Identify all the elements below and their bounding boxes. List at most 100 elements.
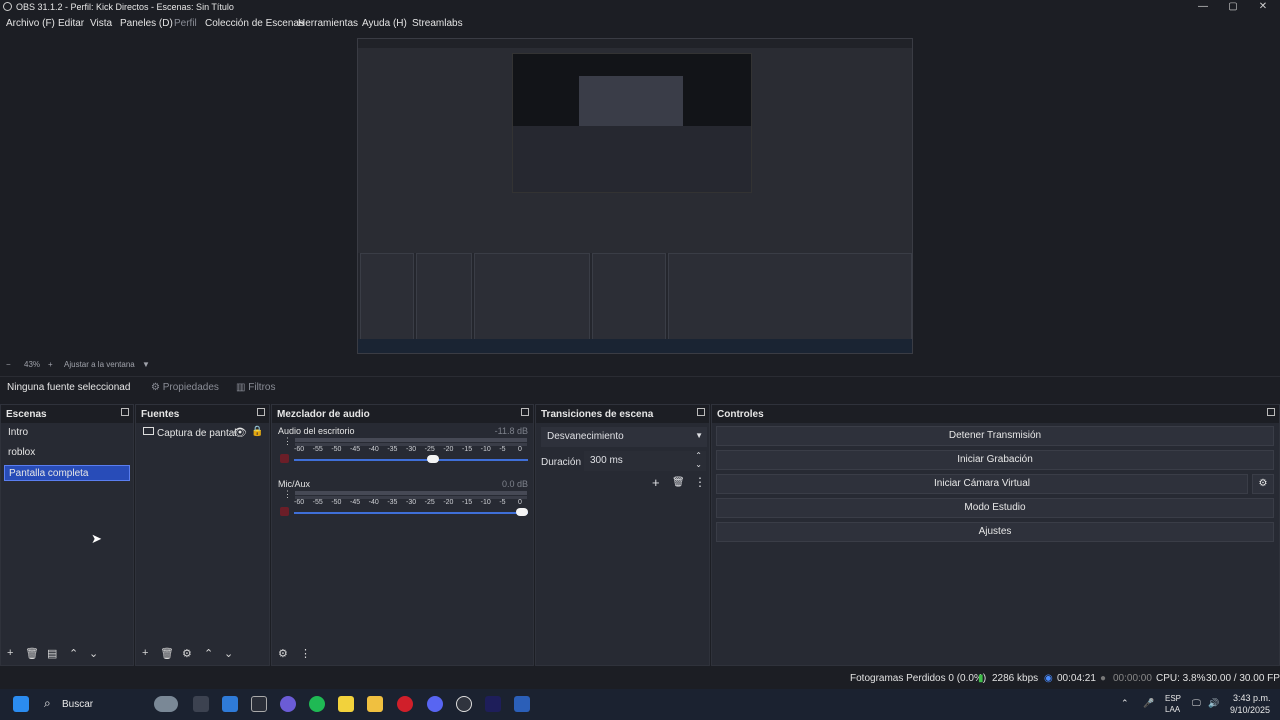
zoom-out-button[interactable]: − (6, 360, 11, 369)
remove-transition-trash-icon[interactable]: 🗑 (672, 477, 685, 488)
undock-icon[interactable] (1267, 408, 1275, 416)
level-meter (295, 438, 527, 442)
menu-paneles[interactable]: Paneles (D) (120, 18, 173, 29)
remove-source-trash-icon[interactable]: 🗑 (160, 647, 174, 660)
spin-down-icon[interactable]: ⌄ (695, 460, 702, 469)
remove-scene-trash-icon[interactable]: 🗑 (25, 647, 39, 660)
undock-icon[interactable] (257, 408, 265, 416)
meter-tick-label: -15 (462, 499, 473, 506)
volume-slider[interactable] (294, 459, 528, 461)
undock-icon[interactable] (121, 408, 129, 416)
transition-menu-dots-icon[interactable]: ⋮ (694, 475, 706, 489)
shield-icon[interactable] (222, 696, 238, 712)
clock-time[interactable]: 3:43 p.m. (1233, 693, 1271, 703)
mute-speaker-icon[interactable] (280, 507, 289, 516)
network-icon[interactable]: 🖵 (1192, 698, 1201, 709)
lang-2[interactable]: LAA (1165, 705, 1180, 714)
obs-icon[interactable] (456, 696, 472, 712)
stream-icon: ◉ (1044, 673, 1053, 684)
premiere-icon[interactable] (485, 696, 501, 712)
preview-canvas[interactable] (357, 38, 913, 354)
spotify-icon[interactable] (309, 696, 325, 712)
source-item[interactable]: Captura de pantal 👁 🔒 (141, 426, 265, 442)
studio-mode-button[interactable]: Modo Estudio (716, 498, 1274, 518)
zoom-in-button[interactable]: + (48, 360, 53, 369)
source-props-gear-icon[interactable]: ⚙ (182, 647, 192, 660)
dropped-frames: Fotogramas Perdidos 0 (0.0%) (850, 673, 987, 684)
maximize-button[interactable]: ▢ (1218, 0, 1248, 14)
meter-tick-label: -50 (331, 446, 342, 453)
menu-ayuda[interactable]: Ayuda (H) (362, 18, 407, 29)
channel-menu-dots-icon[interactable]: ⋮ (283, 436, 292, 447)
add-transition-plus-icon[interactable]: + (652, 475, 660, 490)
eye-icon[interactable]: 👁 (233, 426, 247, 439)
duration-input[interactable]: 300 ms ⌃ ⌄ (584, 451, 706, 471)
channel-menu-dots-icon[interactable]: ⋮ (283, 489, 292, 500)
settings-button[interactable]: Ajustes (716, 522, 1274, 542)
move-down-icon[interactable]: ⌄ (89, 647, 98, 660)
lang-1[interactable]: ESP (1165, 694, 1181, 703)
discord-icon[interactable] (427, 696, 443, 712)
task-view-icon[interactable] (193, 696, 209, 712)
add-scene-plus-icon[interactable]: + (7, 647, 13, 659)
widget-icon[interactable] (154, 696, 178, 712)
menu-perfil[interactable]: Perfil (174, 18, 197, 29)
lock-icon[interactable]: 🔒 (251, 426, 263, 437)
properties-label: Propiedades (162, 382, 219, 393)
move-up-icon[interactable]: ⌃ (204, 647, 213, 660)
scene-item-pantalla-completa[interactable]: Pantalla completa (4, 465, 130, 481)
level-meter (295, 491, 527, 495)
scene-filters-icon[interactable]: ▤ (47, 647, 57, 660)
dock-header: Fuentes (136, 405, 269, 423)
zoom-fit-button[interactable]: Ajustar a la ventana (64, 360, 135, 369)
scenes-footer: + 🗑 ▤ ⌃ ⌄ (1, 643, 133, 665)
volume-slider[interactable] (294, 512, 528, 514)
file-explorer-icon[interactable] (367, 696, 383, 712)
volume-knob[interactable] (427, 455, 440, 463)
mixer-menu-dots-icon[interactable]: ⋮ (300, 647, 311, 660)
taskbar-search-label[interactable]: Buscar (62, 699, 93, 710)
move-down-icon[interactable]: ⌄ (224, 647, 233, 660)
meter-tick-label: -15 (462, 446, 473, 453)
menu-vista[interactable]: Vista (90, 18, 112, 29)
menu-streamlabs[interactable]: Streamlabs (412, 18, 463, 29)
filters-button[interactable]: ▥ Filtros (236, 382, 275, 393)
undock-icon[interactable] (521, 408, 529, 416)
app-icon-discord[interactable] (280, 696, 296, 712)
chevron-down-icon[interactable]: ▼ (142, 360, 150, 369)
meter-ticks: -60 -55 -50 -45 -40 -35 -30 -25 -20 -15 -10 -5 0 (294, 446, 528, 456)
meter-ticks: -60 -55 -50 -45 -40 -35 -30 -25 -20 -15 -10 -5 0 (294, 499, 528, 509)
start-virtual-camera-button[interactable]: Iniciar Cámara Virtual (716, 474, 1248, 494)
menu-herramientas[interactable]: Herramientas (298, 18, 358, 29)
virtual-camera-settings-gear-icon[interactable]: ⚙ (1252, 474, 1274, 494)
mute-speaker-icon[interactable] (280, 454, 289, 463)
sticky-notes-icon[interactable] (338, 696, 354, 712)
volume-knob[interactable] (516, 508, 528, 516)
menu-coleccion[interactable]: Colección de Escenas (205, 18, 304, 29)
transition-select[interactable]: Desvanecimiento ▼ (541, 427, 707, 447)
close-button[interactable]: ✕ (1248, 0, 1278, 14)
menu-editar[interactable]: Editar (58, 18, 84, 29)
spin-up-icon[interactable]: ⌃ (695, 451, 702, 460)
mic-icon[interactable]: 🎤 (1143, 698, 1154, 709)
start-recording-button[interactable]: Iniciar Grabación (716, 450, 1274, 470)
menu-archivo[interactable]: Archivo (F) (6, 18, 55, 29)
opera-icon[interactable] (397, 696, 413, 712)
advanced-audio-gear-icon[interactable]: ⚙ (278, 647, 288, 660)
app-icon-valorant[interactable] (251, 696, 267, 712)
properties-button[interactable]: ⚙ Propiedades (151, 382, 219, 393)
volume-icon[interactable]: 🔊 (1208, 698, 1219, 709)
windows-start-icon[interactable] (13, 696, 29, 712)
tray-chevron-up-icon[interactable]: ⌃ (1121, 698, 1129, 709)
scene-item-intro[interactable]: Intro (4, 425, 130, 441)
scene-item-roblox[interactable]: roblox (4, 445, 130, 461)
channel-db: 0.0 dB (501, 479, 528, 489)
stop-stream-button[interactable]: Detener Transmisión (716, 426, 1274, 446)
search-icon: ⌕ (44, 696, 51, 710)
clock-date[interactable]: 9/10/2025 (1230, 705, 1270, 715)
add-source-plus-icon[interactable]: + (142, 647, 148, 659)
word-icon[interactable] (514, 696, 530, 712)
undock-icon[interactable] (697, 408, 705, 416)
move-up-icon[interactable]: ⌃ (69, 647, 78, 660)
minimize-button[interactable]: — (1188, 0, 1218, 14)
